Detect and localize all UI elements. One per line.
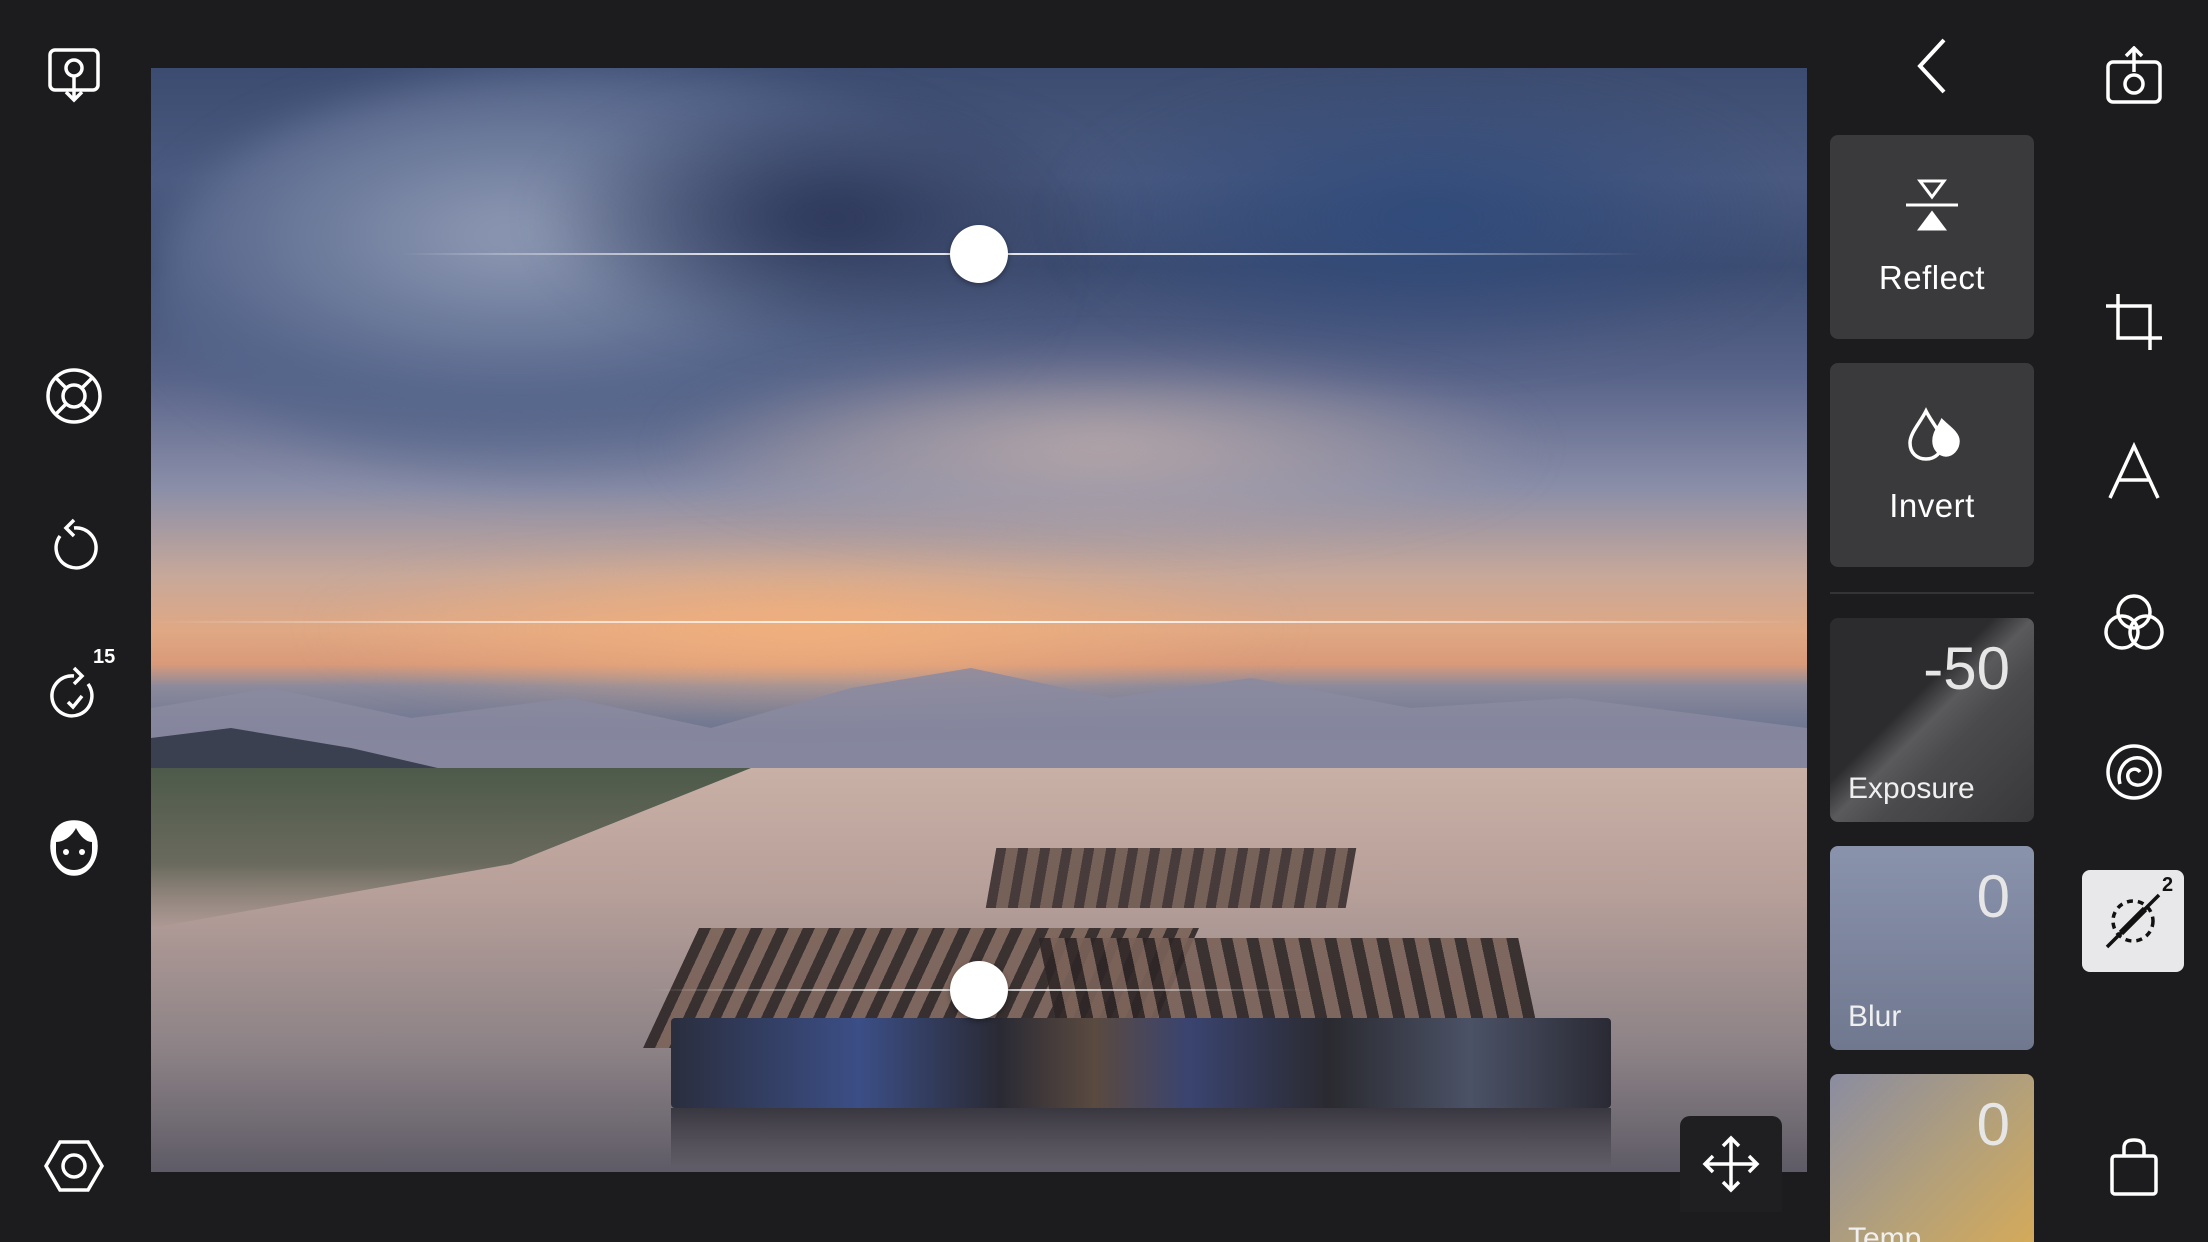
face-icon (50, 820, 98, 876)
cloud (651, 348, 1551, 548)
exposure-value: -50 (1923, 635, 2010, 702)
lifebuoy-icon (46, 368, 102, 424)
cloud (1051, 68, 1807, 368)
blur-value: 0 (1976, 863, 2010, 930)
redo-count-badge: 15 (93, 646, 116, 668)
houses-on-water (671, 1018, 1611, 1108)
invert-label: Invert (1889, 487, 1975, 524)
gradient-count-badge: 2 (2162, 874, 2174, 896)
chevron-left-icon (1917, 38, 1946, 94)
crop-icon (2106, 294, 2162, 350)
panel-separator (1830, 592, 2034, 594)
face-button[interactable] (34, 808, 114, 888)
vignette-button[interactable] (2094, 732, 2174, 812)
hexagon-settings-icon (43, 1140, 105, 1192)
crop-button[interactable] (2094, 282, 2174, 362)
move-arrows-icon (1702, 1135, 1760, 1193)
gradient-center-line (151, 621, 1807, 623)
blur-control[interactable]: 0 Blur (1830, 846, 2034, 1050)
help-button[interactable] (34, 356, 114, 436)
redo-icon (50, 666, 94, 718)
reflect-icon (1906, 179, 1958, 231)
reflect-label: Reflect (1878, 259, 1986, 296)
undo-icon (54, 518, 98, 570)
shopping-bag-icon (2110, 1138, 2158, 1196)
text-a-icon (2108, 441, 2160, 499)
camera-share-icon (2106, 46, 2162, 104)
gradient-top-handle[interactable] (950, 225, 1008, 283)
exposure-control[interactable]: -50 Exposure (1830, 618, 2034, 822)
gradient-tool-icon (2105, 893, 2161, 949)
export-button[interactable] (2094, 1128, 2174, 1208)
reflect-button[interactable]: Reflect (1830, 135, 2034, 339)
download-pin-icon (48, 48, 100, 103)
drops-icon (1908, 407, 1960, 461)
undo-button[interactable] (34, 508, 114, 588)
settings-button[interactable] (34, 1126, 114, 1206)
filters-button[interactable] (2094, 582, 2174, 662)
color-circles-icon (2104, 594, 2164, 650)
text-button[interactable] (2094, 432, 2174, 512)
move-button[interactable] (1680, 1116, 1782, 1212)
blur-label: Blur (1848, 1000, 1902, 1033)
gradient-bottom-handle[interactable] (950, 961, 1008, 1019)
import-photo-button[interactable] (34, 34, 114, 114)
reflection (671, 1108, 1611, 1168)
back-button[interactable] (1900, 30, 1964, 102)
invert-button[interactable]: Invert (1830, 363, 2034, 567)
photo-canvas[interactable] (151, 68, 1807, 1172)
temp-label: Temp (1848, 1222, 1922, 1242)
temp-value: 0 (1976, 1091, 2010, 1158)
share-button[interactable] (2094, 38, 2174, 118)
exposure-label: Exposure (1848, 772, 1975, 805)
spiral-icon (2106, 744, 2162, 800)
cloud (531, 88, 1131, 348)
floating-platform (985, 848, 1357, 908)
temp-control[interactable]: 0 Temp (1830, 1074, 2034, 1242)
